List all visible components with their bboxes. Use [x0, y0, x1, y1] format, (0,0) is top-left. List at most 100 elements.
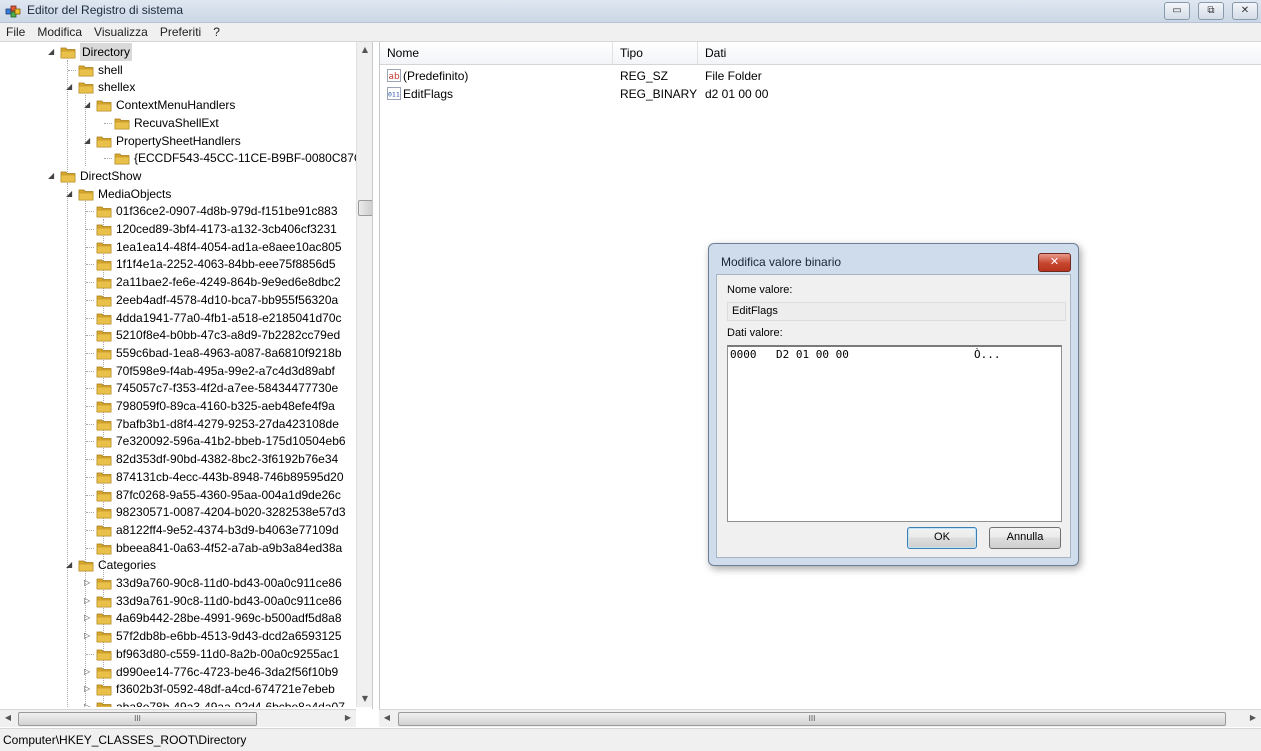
expanded-arrow-icon[interactable]: ◢ [66, 185, 76, 203]
collapsed-arrow-icon[interactable]: ▷ [84, 574, 94, 592]
column-header-tipo[interactable]: Tipo [613, 42, 698, 64]
scroll-left-arrow-icon[interactable]: ◀ [379, 710, 395, 726]
dialog-close-button[interactable]: ✕ [1038, 253, 1071, 272]
minimize-button[interactable]: ▭ [1164, 2, 1190, 20]
menu-file[interactable]: File [0, 23, 31, 39]
expanded-arrow-icon[interactable]: ◢ [48, 167, 58, 185]
value-row[interactable]: 011 EditFlags REG_BINARY d2 01 00 00 [380, 85, 1261, 103]
tree-node[interactable]: ▷ f3602b3f-0592-48df-a4cd-674721e7ebeb [0, 680, 356, 698]
collapsed-arrow-icon[interactable]: ▷ [84, 680, 94, 698]
tree-node[interactable]: a8122ff4-9e52-4374-b3d9-b4063e77109d [0, 521, 356, 539]
tree-node-label: 33d9a761-90c8-11d0-bd43-00a0c911ce86 [116, 594, 342, 608]
collapsed-arrow-icon[interactable]: ▷ [84, 609, 94, 627]
folder-icon [96, 313, 112, 325]
tree-node[interactable]: ▷ 33d9a761-90c8-11d0-bd43-00a0c911ce86 [0, 592, 356, 610]
tree-node[interactable]: ▷ d990ee14-776c-4723-be46-3da2f56f10b9 [0, 663, 356, 681]
tree-node[interactable]: bf963d80-c559-11d0-8a2b-00a0c9255ac1 [0, 645, 356, 663]
tree-node[interactable]: 87fc0268-9a55-4360-95aa-004a1d9de26c [0, 486, 356, 504]
scroll-down-arrow-icon[interactable]: ▼ [357, 691, 372, 707]
close-button[interactable]: ✕ [1232, 2, 1258, 20]
tree-node[interactable]: 98230571-0087-4204-b020-3282538e57d3 [0, 503, 356, 521]
tree-node[interactable]: 798059f0-89ca-4160-b325-aeb48efe4f9a [0, 397, 356, 415]
tree-node[interactable]: ◢ shellex [0, 78, 356, 96]
tree-node[interactable]: ◢ ContextMenuHandlers [0, 96, 356, 114]
tree-node[interactable]: 1f1f4e1a-2252-4063-84bb-eee75f8856d5 [0, 255, 356, 273]
cancel-button[interactable]: Annulla [989, 527, 1061, 549]
tree-node[interactable]: bbeea841-0a63-4f52-a7ab-a9b3a84ed38a [0, 539, 356, 557]
tree-node-label: RecuvaShellExt [134, 116, 219, 130]
value-row[interactable]: ab (Predefinito) REG_SZ File Folder [380, 67, 1261, 85]
tree-node[interactable]: ▷ 4a69b442-28be-4991-969c-b500adf5d8a8 [0, 609, 356, 627]
tree-node[interactable]: ▷ 57f2db8b-e6bb-4513-9d43-dcd2a6593125 [0, 627, 356, 645]
tree-node[interactable]: 01f36ce2-0907-4d8b-979d-f151be91c883 [0, 202, 356, 220]
tree-node[interactable]: 559c6bad-1ea8-4963-a087-8a6810f9218b [0, 344, 356, 362]
tree-node-label: 559c6bad-1ea8-4963-a087-8a6810f9218b [116, 346, 342, 360]
folder-icon [114, 153, 130, 165]
collapsed-arrow-icon[interactable]: ▷ [84, 627, 94, 645]
scroll-up-arrow-icon[interactable]: ▲ [357, 42, 372, 58]
expanded-arrow-icon[interactable]: ◢ [84, 96, 94, 114]
tree-node[interactable]: 120ced89-3bf4-4173-a132-3cb406cf3231 [0, 220, 356, 238]
ok-button[interactable]: OK [907, 527, 977, 549]
tree-node[interactable]: 70f598e9-f4ab-495a-99e2-a7c4d3d89abf [0, 362, 356, 380]
column-header-nome[interactable]: Nome [380, 42, 613, 64]
expanded-arrow-icon[interactable]: ◢ [66, 78, 76, 96]
tree-node[interactable]: 1ea1ea14-48f4-4054-ad1a-e8aee10ac805 [0, 238, 356, 256]
tree-node[interactable]: 5210f8e4-b0bb-47c3-a8d9-7b2282cc79ed [0, 326, 356, 344]
expanded-arrow-icon[interactable]: ◢ [48, 43, 58, 61]
tree-node[interactable]: ◢ Directory [0, 43, 356, 61]
tree-node[interactable]: 745057c7-f353-4f2d-a7ee-58434477730e [0, 379, 356, 397]
tree-connector [86, 424, 94, 425]
collapsed-arrow-icon[interactable]: ▷ [84, 663, 94, 681]
expanded-arrow-icon[interactable]: ◢ [66, 556, 76, 574]
collapsed-arrow-icon[interactable]: ▷ [84, 698, 94, 707]
tree-node[interactable]: 2eeb4adf-4578-4d10-bca7-bb955f56320a [0, 291, 356, 309]
tree-node[interactable]: ◢ PropertySheetHandlers [0, 132, 356, 150]
tree-node-label: 1ea1ea14-48f4-4054-ad1a-e8aee10ac805 [116, 240, 342, 254]
tree-horizontal-scrollbar[interactable]: ◀ III ▶ [0, 709, 356, 727]
tree-node-label: 01f36ce2-0907-4d8b-979d-f151be91c883 [116, 204, 338, 218]
tree-connector [86, 229, 94, 230]
menu-modifica[interactable]: Modifica [31, 23, 88, 39]
tree-node[interactable]: RecuvaShellExt [0, 114, 356, 132]
menu-help[interactable]: ? [207, 23, 226, 39]
tree-connector [86, 282, 94, 283]
tree-node[interactable]: ◢ Categories [0, 556, 356, 574]
tree-node[interactable]: ◢ MediaObjects [0, 185, 356, 203]
tree-node-label: DirectShow [80, 169, 142, 183]
tree-node[interactable]: {ECCDF543-45CC-11CE-B9BF-0080C87CDBA6} [0, 149, 356, 167]
hex-editor-field[interactable]: 0000 D2 01 00 00 Ò... [727, 345, 1062, 522]
tree-connector [86, 318, 94, 319]
tree-node[interactable]: ◢ DirectShow [0, 167, 356, 185]
folder-icon [60, 47, 76, 59]
tree-node[interactable]: 7bafb3b1-d8f4-4279-9253-27da423108de [0, 415, 356, 433]
menu-visualizza[interactable]: Visualizza [88, 23, 154, 39]
scroll-right-arrow-icon[interactable]: ▶ [340, 710, 356, 726]
list-horizontal-scrollbar[interactable]: ◀ III ▶ [379, 709, 1261, 727]
tree-node[interactable]: 82d353df-90bd-4382-8bc2-3f6192b76e34 [0, 450, 356, 468]
tree-node[interactable]: ▷ aba8e78b-49a3-49aa-92d4-6bcbe8a4da07 [0, 698, 356, 707]
tree-vertical-scrollbar[interactable]: ▲ ▼ [356, 42, 372, 707]
scroll-right-arrow-icon[interactable]: ▶ [1245, 710, 1261, 726]
hex-ascii: Ò... [974, 348, 1001, 361]
column-header-dati[interactable]: Dati [698, 42, 1261, 64]
list-hscroll-thumb[interactable]: III [398, 712, 1226, 726]
tree-node[interactable]: 4dda1941-77a0-4fb1-a518-e2185041d70c [0, 309, 356, 327]
tree-connector [86, 264, 94, 265]
tree-node[interactable]: ▷ 33d9a760-90c8-11d0-bd43-00a0c911ce86 [0, 574, 356, 592]
folder-icon [114, 118, 130, 130]
tree-node[interactable]: shell [0, 61, 356, 79]
scroll-left-arrow-icon[interactable]: ◀ [0, 710, 16, 726]
tree-node[interactable]: 2a11bae2-fe6e-4249-864b-9e9ed6e8dbc2 [0, 273, 356, 291]
folder-icon [96, 631, 112, 643]
collapsed-arrow-icon[interactable]: ▷ [84, 592, 94, 610]
menu-preferiti[interactable]: Preferiti [154, 23, 207, 39]
tree-node-label: a8122ff4-9e52-4374-b3d9-b4063e77109d [116, 523, 339, 537]
maximize-button[interactable]: ⧉ [1198, 2, 1224, 20]
tree-node[interactable]: 7e320092-596a-41b2-bbeb-175d10504eb6 [0, 432, 356, 450]
expanded-arrow-icon[interactable]: ◢ [84, 132, 94, 150]
tree-scroll-thumb[interactable] [358, 200, 372, 216]
tree-node[interactable]: 874131cb-4ecc-443b-8948-746b89595d20 [0, 468, 356, 486]
tree-hscroll-thumb[interactable]: III [18, 712, 257, 726]
tree-node-label: 798059f0-89ca-4160-b325-aeb48efe4f9a [116, 399, 335, 413]
